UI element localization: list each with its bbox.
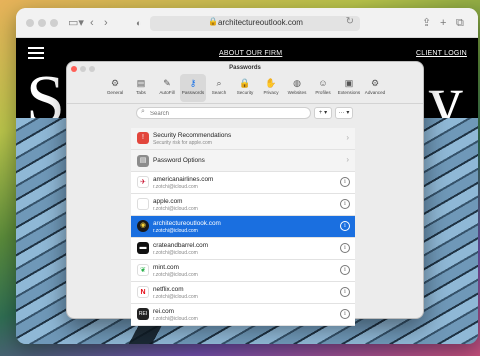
- crateandbarrel-logo-icon: ▬: [137, 242, 149, 254]
- puzzle-icon: ▣: [344, 78, 354, 88]
- site-name: architectureoutlook.com: [153, 220, 221, 227]
- security-subtitle: Security risk for apple.com: [153, 140, 212, 146]
- chevron-right-icon: ›: [346, 133, 349, 142]
- new-tab-icon[interactable]: +: [440, 15, 446, 31]
- tab-extensions[interactable]: ▣ Extensions: [336, 74, 362, 102]
- more-options-button[interactable]: ··· ▾: [335, 107, 353, 119]
- info-icon[interactable]: i: [340, 265, 350, 275]
- tab-privacy[interactable]: ✋ Privacy: [258, 74, 284, 102]
- gear-icon: ⚙: [110, 78, 120, 88]
- share-icon[interactable]: ⇪: [422, 15, 431, 31]
- address-url: architectureoutlook.com: [218, 18, 303, 27]
- account-email: r.zotchi@icloud.com: [153, 272, 198, 278]
- back-icon[interactable]: ‹: [90, 15, 94, 31]
- hand-icon: ✋: [265, 78, 277, 88]
- chevron-right-icon: ›: [346, 155, 349, 164]
- tab-tabs[interactable]: ▤ Tabs: [128, 74, 154, 102]
- close-window-button[interactable]: [26, 19, 34, 27]
- list-item[interactable]: N netflix.com r.zotchi@icloud.com i: [131, 282, 355, 304]
- site-name: netflix.com: [153, 286, 184, 293]
- rei-logo-icon: REI: [137, 308, 149, 320]
- globe-icon: ◍: [293, 78, 301, 88]
- add-password-button[interactable]: + ▾: [314, 107, 332, 119]
- search-icon: ⌕: [216, 78, 222, 88]
- list-item[interactable]: ✈ americanairlines.com r.zotchi@icloud.c…: [131, 172, 355, 194]
- zoom-window-button[interactable]: [50, 19, 58, 27]
- list-item[interactable]: ◉ architectureoutlook.com r.zotchi@iclou…: [131, 216, 355, 238]
- account-email: r.zotchi@icloud.com: [153, 294, 198, 300]
- person-icon: ☺: [318, 78, 328, 88]
- tab-autofill[interactable]: ✎ AutoFill: [154, 74, 180, 102]
- lock-icon: 🔒: [239, 78, 251, 88]
- autofill-icon: ✎: [163, 78, 171, 88]
- mint-logo-icon: ❦: [137, 264, 149, 276]
- site-name: crateandbarrel.com: [153, 242, 209, 249]
- list-item[interactable]: ❦ mint.com r.zotchi@icloud.com i: [131, 260, 355, 282]
- options-icon: ▤: [137, 155, 149, 167]
- client-login-link[interactable]: CLIENT LOGIN: [416, 50, 467, 57]
- shield-icon[interactable]: ◐: [136, 15, 141, 31]
- site-name: rei.com: [153, 308, 174, 315]
- reload-icon[interactable]: ↻: [346, 16, 354, 27]
- info-icon[interactable]: i: [340, 243, 350, 253]
- tab-profiles[interactable]: ☺ Profiles: [310, 74, 336, 102]
- account-email: r.zotchi@icloud.com: [153, 184, 198, 190]
- security-title: Security Recommendations: [153, 132, 232, 139]
- site-name: americanairlines.com: [153, 176, 214, 183]
- tab-advanced[interactable]: ⚙ Advanced: [362, 74, 388, 102]
- security-recommendations-row[interactable]: ! Security Recommendations Security risk…: [131, 128, 355, 150]
- account-email: r.zotchi@icloud.com: [153, 316, 198, 322]
- search-icon: ⌕: [141, 108, 145, 115]
- list-item[interactable]: REI rei.com r.zotchi@icloud.com i: [131, 304, 355, 326]
- settings-title: Passwords: [229, 65, 261, 71]
- info-icon[interactable]: i: [340, 287, 350, 297]
- list-item[interactable]: apple.com r.zotchi@icloud.com i: [131, 194, 355, 216]
- info-icon[interactable]: i: [340, 221, 350, 231]
- info-icon[interactable]: i: [340, 309, 350, 319]
- tab-passwords[interactable]: ⚷ Passwords: [180, 74, 206, 102]
- password-search-field[interactable]: ⌕: [136, 107, 311, 119]
- site-name: apple.com: [153, 198, 183, 205]
- tab-search[interactable]: ⌕ Search: [206, 74, 232, 102]
- lock-icon: 🔒: [208, 17, 218, 26]
- account-email: r.zotchi@icloud.com: [153, 250, 198, 256]
- gears-icon: ⚙: [370, 78, 380, 88]
- architectureoutlook-logo-icon: ◉: [137, 220, 149, 232]
- site-name: mint.com: [153, 264, 179, 271]
- tab-security[interactable]: 🔒 Security: [232, 74, 258, 102]
- account-email: r.zotchi@icloud.com: [153, 228, 198, 234]
- netflix-logo-icon: N: [137, 286, 149, 298]
- hamburger-menu-icon[interactable]: [28, 47, 44, 59]
- about-firm-link[interactable]: ABOUT OUR FIRM: [219, 50, 282, 57]
- tab-overview-icon[interactable]: ⧉: [456, 15, 464, 31]
- account-email: r.zotchi@icloud.com: [153, 206, 198, 212]
- tab-general[interactable]: ⚙ General: [102, 74, 128, 102]
- info-icon[interactable]: i: [340, 177, 350, 187]
- browser-toolbar: ▭▾ ‹ › ◐ 🔒 architectureoutlook.com ↻ ⇪ +…: [16, 8, 478, 38]
- apple-logo-icon: [137, 198, 149, 210]
- minimize-window-button[interactable]: [38, 19, 46, 27]
- americanairlines-logo-icon: ✈: [137, 176, 149, 188]
- options-title: Password Options: [153, 157, 205, 164]
- key-icon: ⚷: [189, 78, 197, 88]
- settings-tabs: ⚙ General ▤ Tabs ✎ AutoFill ⚷ Passwords ⌕ Sea…: [67, 74, 423, 104]
- sidebar-icon[interactable]: ▭▾: [68, 15, 84, 31]
- forward-icon[interactable]: ›: [104, 15, 108, 31]
- info-icon[interactable]: i: [340, 199, 350, 209]
- password-options-row[interactable]: ▤ Password Options ›: [131, 150, 355, 172]
- list-item[interactable]: ▬ crateandbarrel.com r.zotchi@icloud.com…: [131, 238, 355, 260]
- search-input[interactable]: [150, 109, 300, 118]
- warning-icon: !: [137, 132, 149, 144]
- tab-websites[interactable]: ◍ Websites: [284, 74, 310, 102]
- address-bar[interactable]: 🔒 architectureoutlook.com ↻: [150, 16, 360, 31]
- tabs-icon: ▤: [136, 78, 146, 88]
